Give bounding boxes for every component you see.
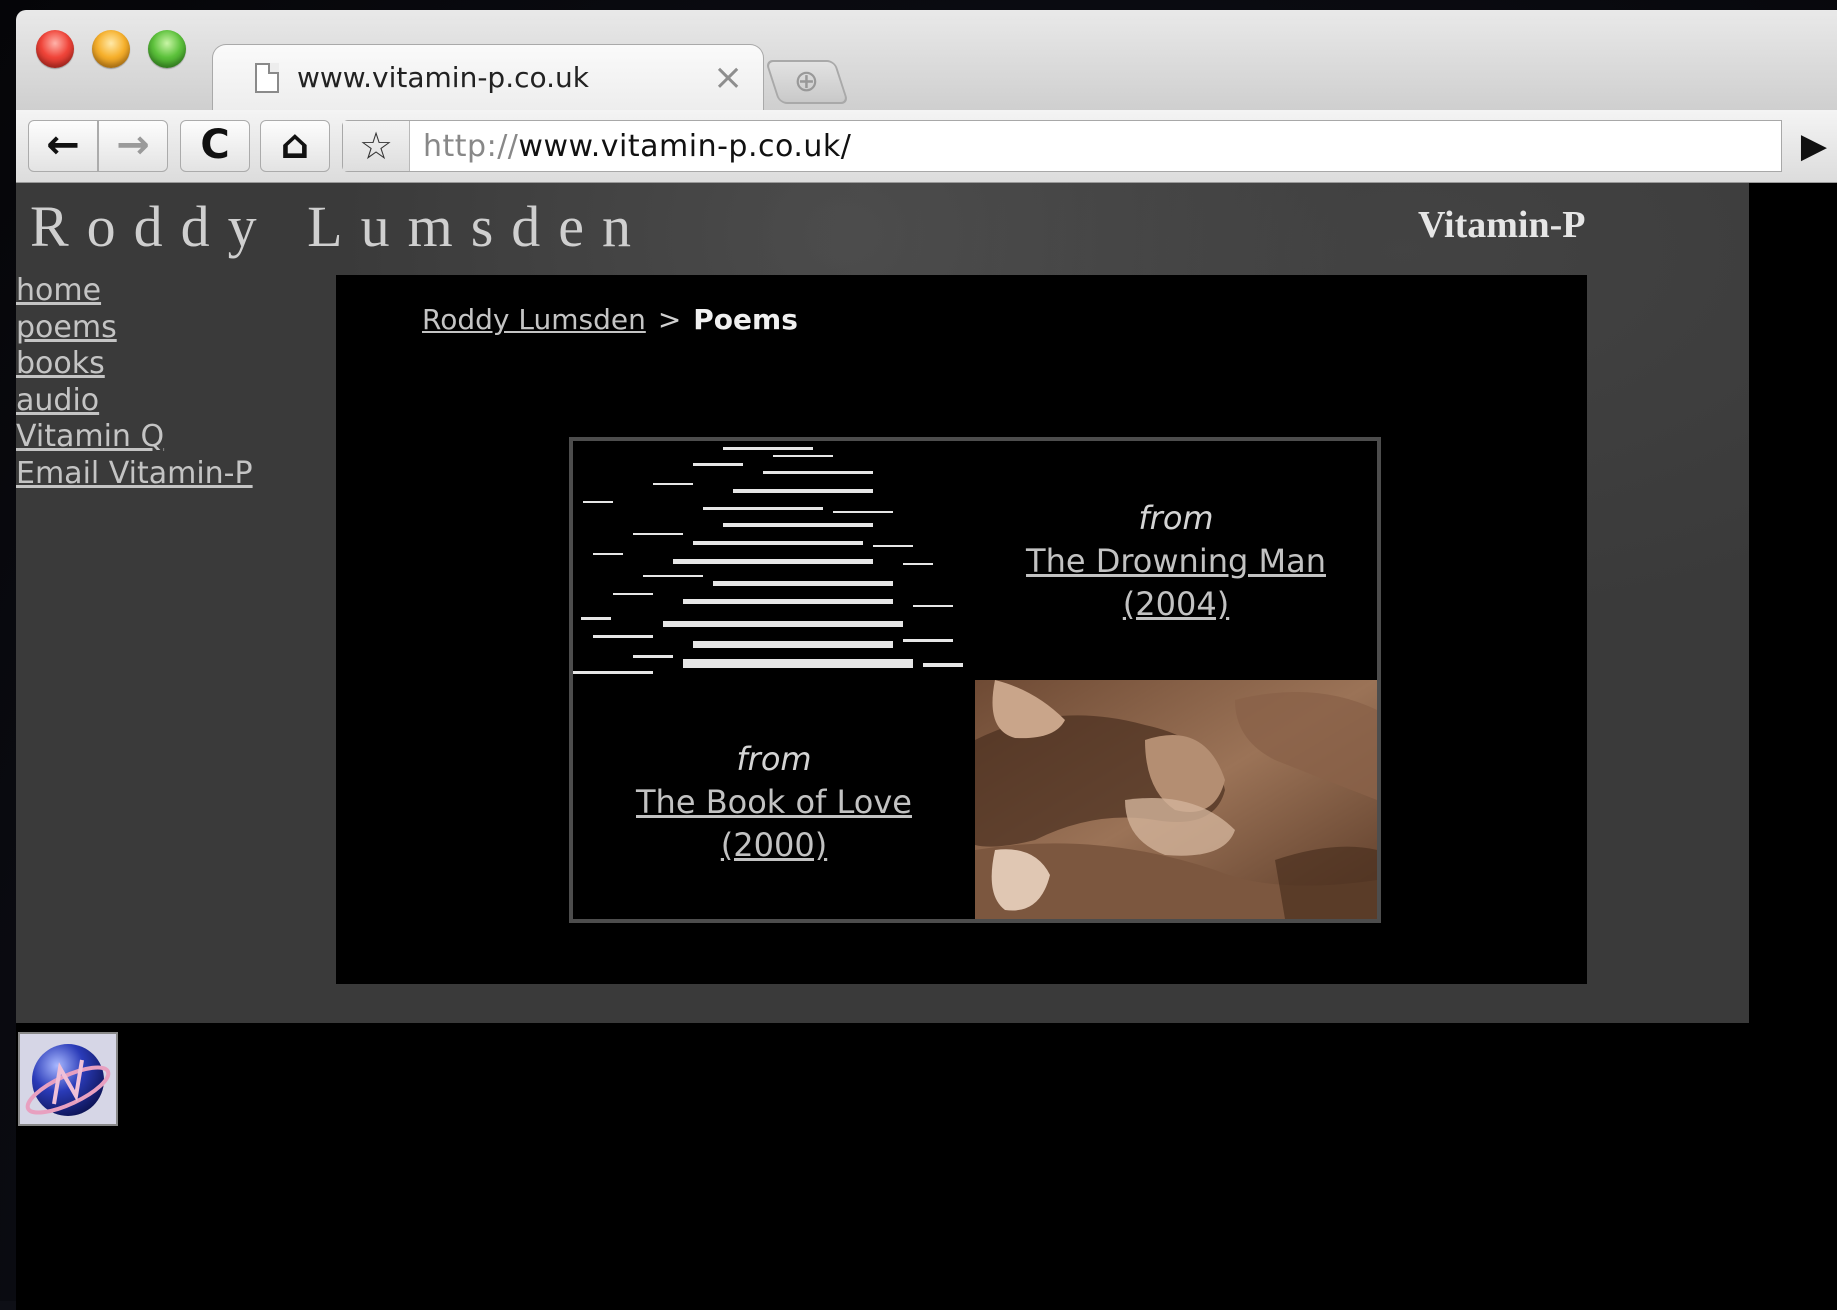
hands-photo: [975, 680, 1377, 919]
drowning-man-entry: from The Drowning Man (2004): [975, 441, 1377, 680]
nav-link-books[interactable]: books: [16, 346, 306, 383]
reload-button[interactable]: C: [180, 120, 250, 172]
site-frame: Roddy Lumsden Vitamin-P home poems books…: [16, 183, 1749, 1023]
book-of-love-entry: from The Book of Love (2000): [573, 680, 975, 919]
nav-link-email[interactable]: Email Vitamin-P: [16, 456, 306, 493]
url-text[interactable]: http://www.vitamin-p.co.uk/: [423, 129, 851, 164]
drowning-man-image[interactable]: [573, 441, 975, 680]
home-icon: ⌂: [280, 122, 310, 168]
browser-tab[interactable]: www.vitamin-p.co.uk ×: [212, 44, 764, 111]
breadcrumb: Roddy Lumsden > Poems: [422, 303, 798, 336]
drowning-man-year-link[interactable]: (2004): [975, 583, 1377, 626]
reload-icon: C: [200, 122, 230, 168]
books-grid: from The Drowning Man (2004) from The Bo…: [569, 437, 1381, 923]
arrow-left-icon: ←: [46, 122, 80, 168]
address-bar[interactable]: ☆ http://www.vitamin-p.co.uk/: [342, 120, 1782, 172]
breadcrumb-current: Poems: [693, 303, 798, 336]
bookmark-star-icon[interactable]: ☆: [343, 121, 410, 171]
tab-close-icon[interactable]: ×: [713, 57, 743, 98]
globe-icon: [20, 1034, 116, 1124]
minimize-window-button[interactable]: [92, 30, 130, 68]
new-tab-button[interactable]: ⊕: [764, 60, 850, 104]
page-icon: [255, 63, 279, 93]
tab-strip: www.vitamin-p.co.uk × ⊕: [16, 10, 1837, 111]
drowning-man-title-link[interactable]: The Drowning Man: [975, 540, 1377, 583]
breadcrumb-parent-link[interactable]: Roddy Lumsden: [422, 303, 646, 336]
nav-link-poems[interactable]: poems: [16, 310, 306, 347]
close-window-button[interactable]: [36, 30, 74, 68]
desktop-background: www.vitamin-p.co.uk × ⊕ ← → C ⌂ ☆ http:/…: [0, 0, 1837, 1310]
water-photo: [573, 441, 975, 680]
book-of-love-year-link[interactable]: (2000): [573, 824, 975, 867]
drowning-man-caption: from The Drowning Man (2004): [975, 497, 1377, 626]
book-of-love-caption: from The Book of Love (2000): [573, 738, 975, 867]
nav-link-home[interactable]: home: [16, 273, 306, 310]
netscape-globe-logo[interactable]: [18, 1032, 118, 1126]
site-title: Roddy Lumsden: [30, 194, 650, 259]
book-of-love-image[interactable]: [975, 680, 1377, 919]
nav-link-audio[interactable]: audio: [16, 383, 306, 420]
arrow-right-icon: →: [116, 122, 150, 168]
drowning-man-from: from: [1138, 499, 1214, 537]
page-menu-arrow-icon[interactable]: ▶: [1784, 120, 1837, 172]
plus-icon: ⊕: [793, 64, 819, 99]
browser-toolbar: ← → C ⌂ ☆ http://www.vitamin-p.co.uk/ ▶: [16, 110, 1837, 183]
main-content: Roddy Lumsden > Poems from The Drowning …: [336, 275, 1587, 984]
breadcrumb-separator: >: [657, 303, 682, 336]
side-navigation: home poems books audio Vitamin Q Email V…: [16, 273, 306, 492]
web-page: Roddy Lumsden Vitamin-P home poems books…: [16, 183, 1837, 1310]
forward-button[interactable]: →: [98, 120, 168, 172]
zoom-window-button[interactable]: [148, 30, 186, 68]
url-scheme: http://: [423, 129, 519, 164]
site-brand: Vitamin-P: [1418, 204, 1586, 246]
tab-title: www.vitamin-p.co.uk: [297, 61, 589, 94]
book-of-love-from: from: [736, 740, 812, 778]
url-host: www.vitamin-p.co.uk/: [518, 129, 852, 164]
browser-window: www.vitamin-p.co.uk × ⊕ ← → C ⌂ ☆ http:/…: [16, 10, 1837, 1310]
back-button[interactable]: ←: [28, 120, 98, 172]
book-of-love-title-link[interactable]: The Book of Love: [573, 781, 975, 824]
nav-link-vitamin-q[interactable]: Vitamin Q: [16, 419, 306, 456]
home-button[interactable]: ⌂: [260, 120, 330, 172]
